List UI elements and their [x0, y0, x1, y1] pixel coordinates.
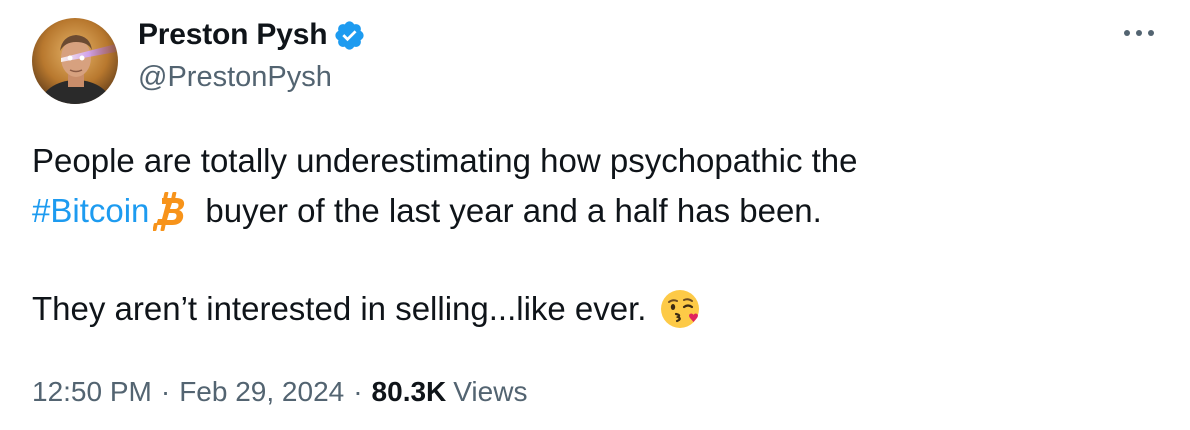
- profile-photo-icon: [32, 18, 118, 104]
- tweet-text-line3: They aren’t interested in selling...like…: [32, 290, 647, 327]
- meta-separator: ·: [353, 376, 363, 407]
- tweet-line: #Bitcoin buyer of the last year and a ha…: [32, 186, 1152, 236]
- more-dot: [1148, 30, 1154, 36]
- bitcoin-icon[interactable]: [152, 190, 189, 232]
- tweet-text-line2: buyer of the last year and a half has be…: [205, 192, 822, 229]
- tweet-text-line1: People are totally underestimating how p…: [32, 142, 858, 179]
- tweet-line: People are totally underestimating how p…: [32, 136, 1152, 186]
- more-options-icon[interactable]: [1124, 28, 1154, 38]
- user-handle[interactable]: @PrestonPysh: [138, 61, 366, 94]
- tweet-meta: 12:50 PM · Feb 29, 2024 · 80.3K Views: [32, 376, 527, 408]
- meta-separator: ·: [160, 376, 171, 407]
- tweet-header: Preston Pysh @PrestonPysh: [138, 14, 366, 94]
- display-name[interactable]: Preston Pysh: [138, 18, 328, 52]
- tweet-time[interactable]: 12:50 PM: [32, 376, 152, 408]
- tweet-line: They aren’t interested in selling...like…: [32, 284, 1152, 334]
- views-count: 80.3K: [371, 376, 447, 407]
- verified-badge-icon[interactable]: [333, 19, 366, 52]
- tweet-date[interactable]: Feb 29, 2024: [179, 376, 344, 408]
- hashtag-link[interactable]: #Bitcoin: [32, 186, 149, 236]
- tweet-text: People are totally underestimating how p…: [32, 136, 1152, 334]
- more-dot: [1136, 30, 1142, 36]
- more-dot: [1124, 30, 1130, 36]
- name-row: Preston Pysh: [138, 14, 366, 56]
- views-label: Views: [453, 376, 528, 407]
- tweet-card: Preston Pysh @PrestonPysh People are tot…: [0, 0, 1190, 430]
- face-blowing-kiss-emoji-icon: [660, 288, 702, 330]
- avatar[interactable]: [32, 18, 118, 104]
